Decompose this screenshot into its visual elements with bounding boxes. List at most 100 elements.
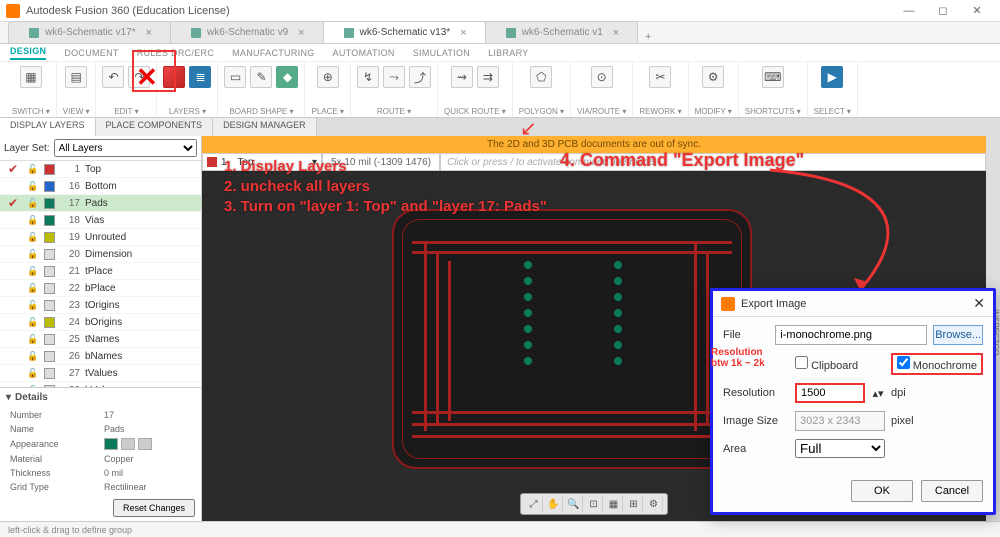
route-icon[interactable]: ↯ <box>357 66 379 88</box>
reset-button[interactable]: Reset Changes <box>113 499 195 517</box>
layer-row[interactable]: 🔓 19 Unrouted <box>0 229 201 246</box>
lock-icon[interactable]: 🔓 <box>27 351 39 362</box>
resolution-note: Resolution btw 1k ~ 2k <box>711 347 765 369</box>
sync-warning: The 2D and 3D PCB documents are out of s… <box>202 136 986 153</box>
active-layer-picker[interactable]: 1 Top▾ <box>202 153 322 171</box>
monochrome-checkbox[interactable] <box>897 356 910 369</box>
undo-icon[interactable]: ↶ <box>102 66 124 88</box>
lock-icon[interactable]: 🔓 <box>27 283 39 294</box>
export-image-dialog: Export Image ✕ File Browse... Clipboard … <box>710 288 996 515</box>
close-icon[interactable]: × <box>613 27 619 39</box>
layers-icon[interactable] <box>163 66 185 88</box>
lock-icon[interactable]: 🔓 <box>27 334 39 345</box>
layer-row[interactable]: 🔓 24 bOrigins <box>0 314 201 331</box>
layer-row[interactable]: 🔓 20 Dimension <box>0 246 201 263</box>
close-button[interactable]: ✕ <box>960 1 994 21</box>
layer-row[interactable]: 🔓 27 tValues <box>0 365 201 382</box>
route2-icon[interactable]: ⤳ <box>383 66 405 88</box>
place-icon[interactable]: ⊕ <box>317 66 339 88</box>
close-icon[interactable]: × <box>298 27 304 39</box>
file-tab[interactable]: wk6-Schematic v17*× <box>8 21 171 43</box>
command-line[interactable]: Click or press / to activate command lin… <box>440 153 986 171</box>
titlebar: Autodesk Fusion 360 (Education License) … <box>0 0 1000 22</box>
dialog-close-button[interactable]: ✕ <box>973 295 985 312</box>
switch-icon[interactable]: ▦ <box>20 66 42 88</box>
layer-row[interactable]: ✔ 🔓 1 Top <box>0 161 201 178</box>
shortcuts-icon[interactable]: ⌨ <box>762 66 784 88</box>
menu-item[interactable]: MANUFACTURING <box>232 48 314 58</box>
board-icon[interactable]: ▭ <box>224 66 246 88</box>
qroute-icon[interactable]: ⇝ <box>451 66 473 88</box>
ok-button[interactable]: OK <box>851 480 913 502</box>
lock-icon[interactable]: 🔓 <box>27 232 39 243</box>
lock-icon[interactable]: 🔓 <box>27 181 39 192</box>
lock-icon[interactable]: 🔓 <box>27 300 39 311</box>
layer-list[interactable]: ✔ 🔓 1 Top 🔓 16 Bottom✔ 🔓 17 Pads 🔓 18 Vi… <box>0 161 201 387</box>
tab-design-manager[interactable]: DESIGN MANAGER <box>213 118 317 136</box>
view-icon[interactable]: ▤ <box>65 66 87 88</box>
details-panel: ▾Details Number17 NamePads Appearance Ma… <box>0 387 201 521</box>
area-select[interactable]: Full <box>795 439 885 458</box>
close-icon[interactable]: × <box>460 27 466 39</box>
rework-icon[interactable]: ✂ <box>649 66 671 88</box>
tab-display-layers[interactable]: DISPLAY LAYERS <box>0 118 96 136</box>
layer-swatch <box>44 266 55 277</box>
layer-visible-toggle[interactable]: ✔ <box>4 196 22 210</box>
lock-icon[interactable]: 🔓 <box>27 198 39 209</box>
resolution-input[interactable] <box>795 383 865 403</box>
layer-swatch <box>44 334 55 345</box>
lock-icon[interactable]: 🔓 <box>27 215 39 226</box>
file-input[interactable] <box>775 325 927 345</box>
view-nav[interactable]: ⤢✋🔍⊡▦⊞⚙ <box>520 493 668 515</box>
clipboard-checkbox[interactable] <box>795 356 808 369</box>
pick-icon[interactable]: ✎ <box>250 66 272 88</box>
minimize-button[interactable]: — <box>892 1 926 21</box>
route3-icon[interactable]: ⤴ <box>409 66 431 88</box>
new-tab-button[interactable]: + <box>637 31 659 43</box>
file-label: File <box>723 329 769 341</box>
layer-visible-toggle[interactable]: ✔ <box>4 162 22 176</box>
file-tab-active[interactable]: wk6-Schematic v13*× <box>323 21 486 43</box>
modify-icon[interactable]: ⚙ <box>702 66 724 88</box>
layer-swatch <box>44 283 55 294</box>
menu-item[interactable]: DOCUMENT <box>64 48 118 58</box>
qroute2-icon[interactable]: ⇉ <box>477 66 499 88</box>
layerset-select[interactable]: All Layers <box>54 139 197 157</box>
lock-icon[interactable]: 🔓 <box>27 317 39 328</box>
layer-swatch <box>44 351 55 362</box>
dialog-icon <box>721 297 735 311</box>
shape-icon[interactable]: ◆ <box>276 66 298 88</box>
lock-icon[interactable]: 🔓 <box>27 368 39 379</box>
layer-row[interactable]: ✔ 🔓 17 Pads <box>0 195 201 212</box>
menu-item[interactable]: SIMULATION <box>413 48 470 58</box>
close-icon[interactable]: × <box>146 27 152 39</box>
layer-row[interactable]: 🔓 22 bPlace <box>0 280 201 297</box>
lock-icon[interactable]: 🔓 <box>27 249 39 260</box>
file-tab[interactable]: wk6-Schematic v1× <box>485 21 639 43</box>
poly-icon[interactable]: ⬠ <box>530 66 552 88</box>
lock-icon[interactable]: 🔓 <box>27 164 39 175</box>
maximize-button[interactable]: ◻ <box>926 1 960 21</box>
select-icon[interactable]: ▶ <box>821 66 843 88</box>
menubar: DESIGN DOCUMENT RULES DRC/ERC MANUFACTUR… <box>0 44 1000 62</box>
menu-item[interactable]: LIBRARY <box>488 48 528 58</box>
size-input <box>795 411 885 431</box>
layer-row[interactable]: 🔓 16 Bottom <box>0 178 201 195</box>
layer-row[interactable]: 🔓 18 Vias <box>0 212 201 229</box>
layer-row[interactable]: 🔓 25 tNames <box>0 331 201 348</box>
menu-item[interactable]: AUTOMATION <box>333 48 395 58</box>
layer-row[interactable]: 🔓 23 tOrigins <box>0 297 201 314</box>
redo-icon[interactable]: ↷ <box>128 66 150 88</box>
lock-icon[interactable]: 🔓 <box>27 266 39 277</box>
browse-button[interactable]: Browse... <box>933 325 983 345</box>
layer-row[interactable]: 🔓 21 tPlace <box>0 263 201 280</box>
design-menu[interactable]: DESIGN <box>10 46 46 60</box>
via-icon[interactable]: ⊙ <box>591 66 613 88</box>
layers2-icon[interactable]: ≣ <box>189 66 211 88</box>
layer-swatch <box>44 181 55 192</box>
cancel-button[interactable]: Cancel <box>921 480 983 502</box>
menu-item[interactable]: RULES DRC/ERC <box>137 48 214 58</box>
file-tab[interactable]: wk6-Schematic v9× <box>170 21 324 43</box>
layer-row[interactable]: 🔓 26 bNames <box>0 348 201 365</box>
tab-place-components[interactable]: PLACE COMPONENTS <box>96 118 214 136</box>
